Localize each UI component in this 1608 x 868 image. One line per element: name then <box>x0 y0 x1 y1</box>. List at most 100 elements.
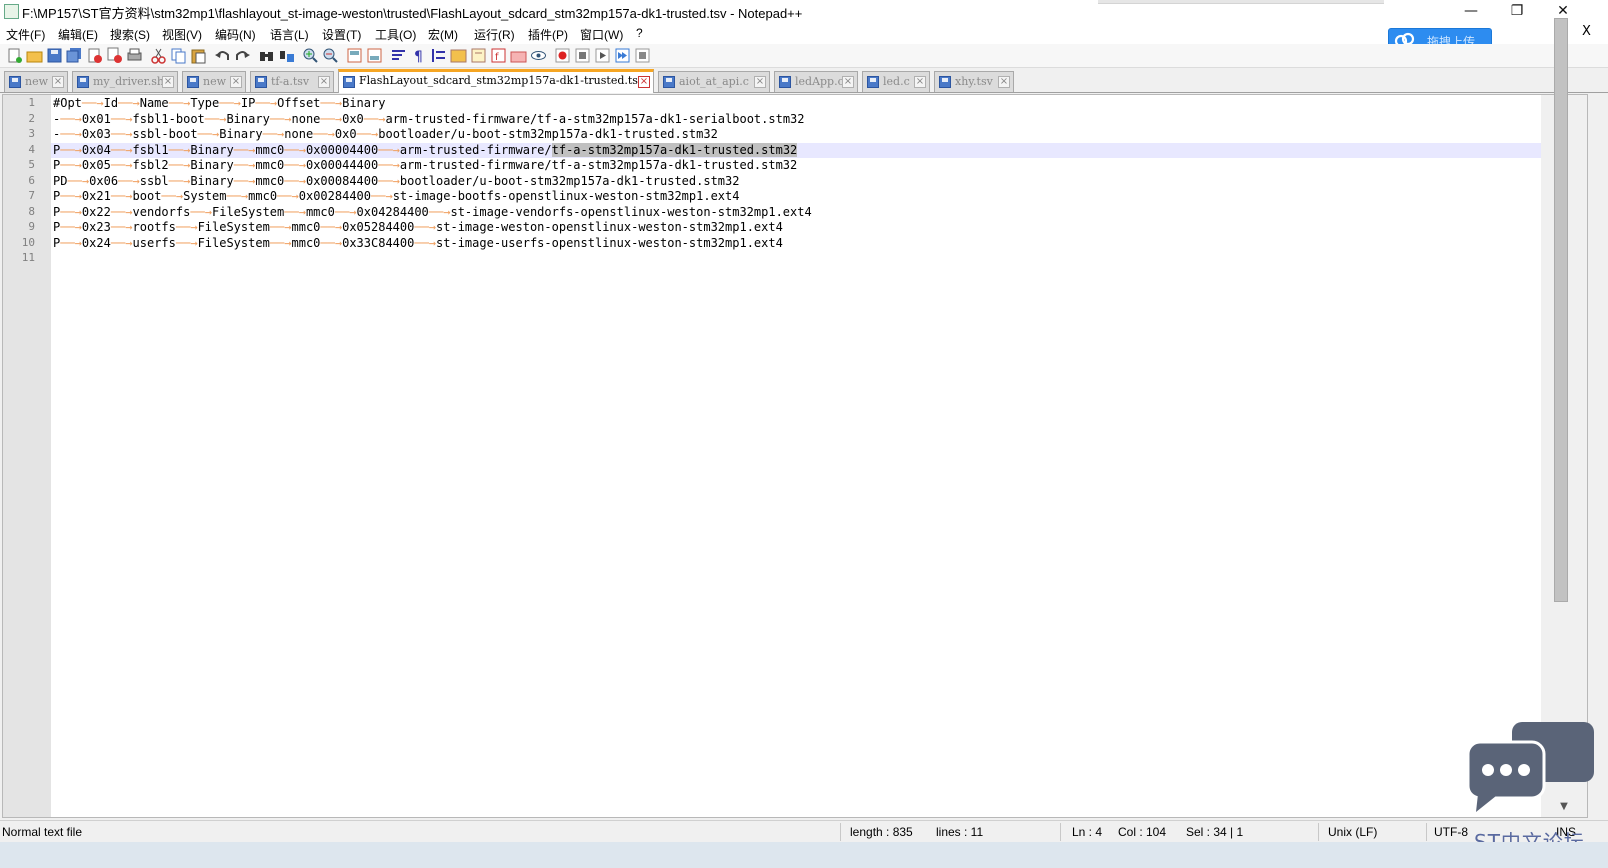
line-text: -──→0x01──→fsbl1-boot──→Binary──→none──→… <box>53 112 805 127</box>
menu-bar: 文件(F) 编辑(E) 搜索(S) 视图(V) 编码(N) 语言(L) 设置(T… <box>0 24 1608 44</box>
cell-text: arm-trusted-firmware/tf-a-stm32mp157a-dk… <box>399 158 798 172</box>
indent-guide-icon[interactable] <box>430 47 447 64</box>
tab-arrow-icon: ──→ <box>428 204 451 219</box>
tab-new-2[interactable]: new 2 × <box>182 71 246 92</box>
document-map-icon[interactable] <box>470 47 487 64</box>
tab-new-1[interactable]: new 1 × <box>4 71 68 92</box>
text-selection[interactable]: tf-a-stm32mp157a-dk1-trusted.stm32 <box>551 142 798 157</box>
editor-line[interactable]: #Opt──→Id──→Name──→Type──→IP──→Offset──→… <box>51 96 1541 112</box>
menu-encoding[interactable]: 编码(N) <box>215 26 256 43</box>
sync-vertical-icon[interactable] <box>346 47 363 64</box>
tab-close-icon[interactable]: × <box>842 76 854 88</box>
paste-icon[interactable] <box>190 47 207 64</box>
editor-line[interactable]: P──→0x04──→fsbl1──→Binary──→mmc0──→0x000… <box>51 142 1541 158</box>
undo-icon[interactable] <box>214 47 231 64</box>
chat-bubble-icon[interactable] <box>1466 720 1598 820</box>
editor-line[interactable]: -──→0x01──→fsbl1-boot──→Binary──→none──→… <box>51 112 1541 128</box>
zoom-out-icon[interactable] <box>322 47 339 64</box>
editor-line[interactable]: P──→0x05──→fsbl2──→Binary──→mmc0──→0x000… <box>51 158 1541 174</box>
redo-icon[interactable] <box>234 47 251 64</box>
editor-line[interactable]: -──→0x03──→ssbl-boot──→Binary──→none──→0… <box>51 127 1541 143</box>
sync-horizontal-icon[interactable] <box>366 47 383 64</box>
find-icon[interactable] <box>258 47 275 64</box>
stop-record-icon[interactable] <box>574 47 591 64</box>
menu-settings[interactable]: 设置(T) <box>322 26 361 43</box>
replace-icon[interactable] <box>278 47 295 64</box>
save-icon[interactable] <box>46 47 63 64</box>
play-macro-icon[interactable] <box>594 47 611 64</box>
editor-line[interactable]: P──→0x23──→rootfs──→FileSystem──→mmc0──→… <box>51 220 1541 236</box>
tab-close-icon[interactable]: × <box>52 76 64 88</box>
editor-line[interactable] <box>51 251 1541 267</box>
save-macro-icon[interactable] <box>634 47 651 64</box>
tab-led-c[interactable]: led.c × <box>862 71 930 92</box>
editor-line[interactable]: P──→0x24──→userfs──→FileSystem──→mmc0──→… <box>51 236 1541 252</box>
tab-flashlayout-tsv[interactable]: FlashLayout_sdcard_stm32mp157a-dk1-trust… <box>338 69 654 93</box>
menu-search[interactable]: 搜索(S) <box>110 26 150 43</box>
run-macro-multiple-icon[interactable] <box>614 47 631 64</box>
show-all-chars-icon[interactable]: ¶ <box>410 47 427 64</box>
status-encoding[interactable]: UTF-8 <box>1434 825 1468 839</box>
menu-view[interactable]: 视图(V) <box>162 26 202 43</box>
tab-arrow-icon: ──→ <box>168 96 191 110</box>
status-eol[interactable]: Unix (LF) <box>1328 825 1377 839</box>
menu-help[interactable]: ? <box>636 26 643 40</box>
tab-xhy-tsv[interactable]: xhy.tsv × <box>934 71 1014 92</box>
open-file-icon[interactable] <box>26 47 43 64</box>
folder-workspace-icon[interactable] <box>510 47 527 64</box>
record-macro-icon[interactable] <box>554 47 571 64</box>
tab-close-icon[interactable]: × <box>914 76 926 88</box>
tab-ledapp-c[interactable]: ledApp.c × <box>774 71 858 92</box>
tab-close-icon[interactable]: × <box>754 76 766 88</box>
tab-arrow-icon: ──→ <box>197 127 220 141</box>
line-text: -──→0x03──→ssbl-boot──→Binary──→none──→0… <box>53 127 718 142</box>
notepadpp-window: F:\MP157\ST官方资料\stm32mp1\flashlayout_st-… <box>0 0 1608 868</box>
cell-text: mmc0 <box>248 189 278 203</box>
title-bar: F:\MP157\ST官方资料\stm32mp1\flashlayout_st-… <box>0 0 1608 24</box>
print-icon[interactable] <box>126 47 143 64</box>
line-number: 8 <box>28 204 35 218</box>
zoom-in-icon[interactable] <box>302 47 319 64</box>
editor-text-area[interactable]: #Opt──→Id──→Name──→Type──→IP──→Offset──→… <box>51 95 1541 817</box>
tab-tf-a-tsv[interactable]: tf-a.tsv × <box>250 71 334 92</box>
copy-icon[interactable] <box>170 47 187 64</box>
tab-arrow-icon: ──→ <box>356 127 379 141</box>
cut-icon[interactable] <box>150 47 167 64</box>
menu-plugins[interactable]: 插件(P) <box>528 26 568 43</box>
close-icon[interactable] <box>86 47 103 64</box>
tab-close-icon[interactable]: × <box>230 76 242 88</box>
cell-text: mmc0 <box>305 204 335 219</box>
menu-edit[interactable]: 编辑(E) <box>58 26 98 43</box>
tab-aiot-at-api-c[interactable]: aiot_at_api.c × <box>658 71 770 92</box>
menu-macro[interactable]: 宏(M) <box>428 26 458 43</box>
tab-arrow-icon: ──→ <box>284 142 306 157</box>
monitoring-icon[interactable] <box>530 47 547 64</box>
tab-close-icon[interactable]: × <box>998 76 1010 88</box>
text-editor[interactable]: 1 2 3 4 5 6 7 8 9 10 11 #Opt──→Id──→Name──→Type──→… <box>2 94 1588 818</box>
editor-line[interactable]: P──→0x21──→boot──→System──→mmc0──→0x0028… <box>51 189 1541 205</box>
tab-close-icon[interactable]: × <box>318 76 330 88</box>
function-list-icon[interactable]: f <box>490 47 507 64</box>
close-document-button[interactable]: X <box>1582 24 1591 39</box>
tab-close-icon[interactable]: × <box>638 76 650 88</box>
menu-window[interactable]: 窗口(W) <box>580 26 623 43</box>
save-all-icon[interactable] <box>66 47 83 64</box>
status-separator <box>1060 823 1061 841</box>
tab-arrow-icon: ──→ <box>414 235 437 250</box>
new-file-icon[interactable] <box>6 47 23 64</box>
menu-file[interactable]: 文件(F) <box>6 26 45 43</box>
define-language-icon[interactable] <box>450 47 467 64</box>
minimize-button[interactable]: — <box>1448 0 1494 24</box>
tab-close-icon[interactable]: × <box>162 76 174 88</box>
word-wrap-icon[interactable] <box>390 47 407 64</box>
scrollbar-thumb[interactable] <box>1554 18 1568 602</box>
menu-run[interactable]: 运行(R) <box>474 26 515 43</box>
editor-line[interactable]: PD──→0x06──→ssbl──→Binary──→mmc0──→0x000… <box>51 174 1541 190</box>
tab-my-driver-sh[interactable]: my_driver.sh × <box>72 71 178 92</box>
menu-tools[interactable]: 工具(O) <box>375 26 416 43</box>
tab-arrow-icon: ──→ <box>262 127 285 141</box>
close-all-icon[interactable] <box>106 47 123 64</box>
editor-line[interactable]: P──→0x22──→vendorfs──→FileSystem──→mmc0─… <box>51 205 1541 221</box>
menu-language[interactable]: 语言(L) <box>270 26 309 43</box>
restore-button[interactable]: ❐ <box>1494 0 1540 24</box>
